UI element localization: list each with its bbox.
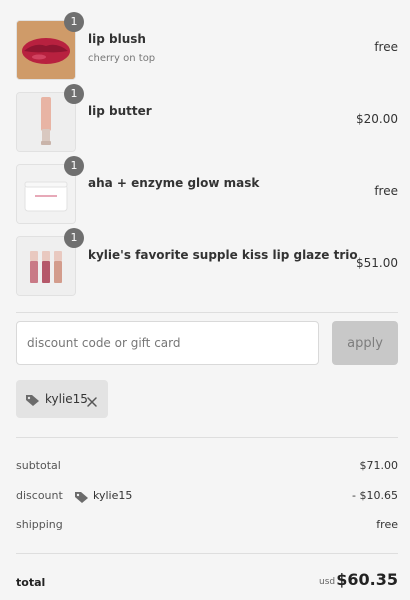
discount-code-label: kylie15: [45, 392, 88, 406]
item-name: lip blush: [88, 32, 146, 46]
quantity-badge: 1: [64, 12, 84, 32]
item-name: lip butter: [88, 104, 152, 118]
item-name: kylie's favorite supple kiss lip glaze t…: [88, 248, 358, 262]
discount-label: discount: [16, 489, 63, 502]
cart-item: 1 kylie's favorite supple kiss lip glaze…: [16, 228, 398, 296]
subtotal-value: $71.00: [359, 459, 399, 472]
item-price: $20.00: [356, 112, 398, 126]
subtotal-label: subtotal: [16, 459, 61, 472]
remove-discount-icon[interactable]: [86, 393, 98, 412]
divider: [16, 312, 398, 313]
cart-item: 1 lip butter $20.00: [16, 84, 398, 152]
cart-item: 1 aha + enzyme glow mask free: [16, 156, 398, 224]
discount-code-input[interactable]: [16, 321, 319, 365]
shipping-value: free: [376, 518, 398, 531]
tag-icon: [74, 489, 89, 508]
cart-item: 1 lip blush cherry on top free: [16, 12, 398, 80]
quantity-badge: 1: [64, 156, 84, 176]
item-variant: cherry on top: [88, 53, 156, 64]
item-price: free: [374, 40, 398, 54]
discount-value: - $10.65: [352, 489, 398, 502]
item-name: aha + enzyme glow mask: [88, 176, 260, 190]
apply-button[interactable]: apply: [332, 321, 398, 365]
total-amount: $60.35: [336, 570, 398, 589]
quantity-badge: 1: [64, 228, 84, 248]
item-price: free: [374, 184, 398, 198]
currency-code: usd: [319, 577, 336, 587]
discount-code: kylie15: [93, 489, 133, 502]
divider: [16, 437, 398, 438]
total-label: total: [16, 576, 46, 589]
applied-discount-chip: kylie15: [16, 380, 108, 418]
tag-icon: [25, 392, 40, 411]
divider: [16, 553, 398, 554]
shipping-label: shipping: [16, 518, 63, 531]
item-price: $51.00: [356, 256, 398, 270]
quantity-badge: 1: [64, 84, 84, 104]
